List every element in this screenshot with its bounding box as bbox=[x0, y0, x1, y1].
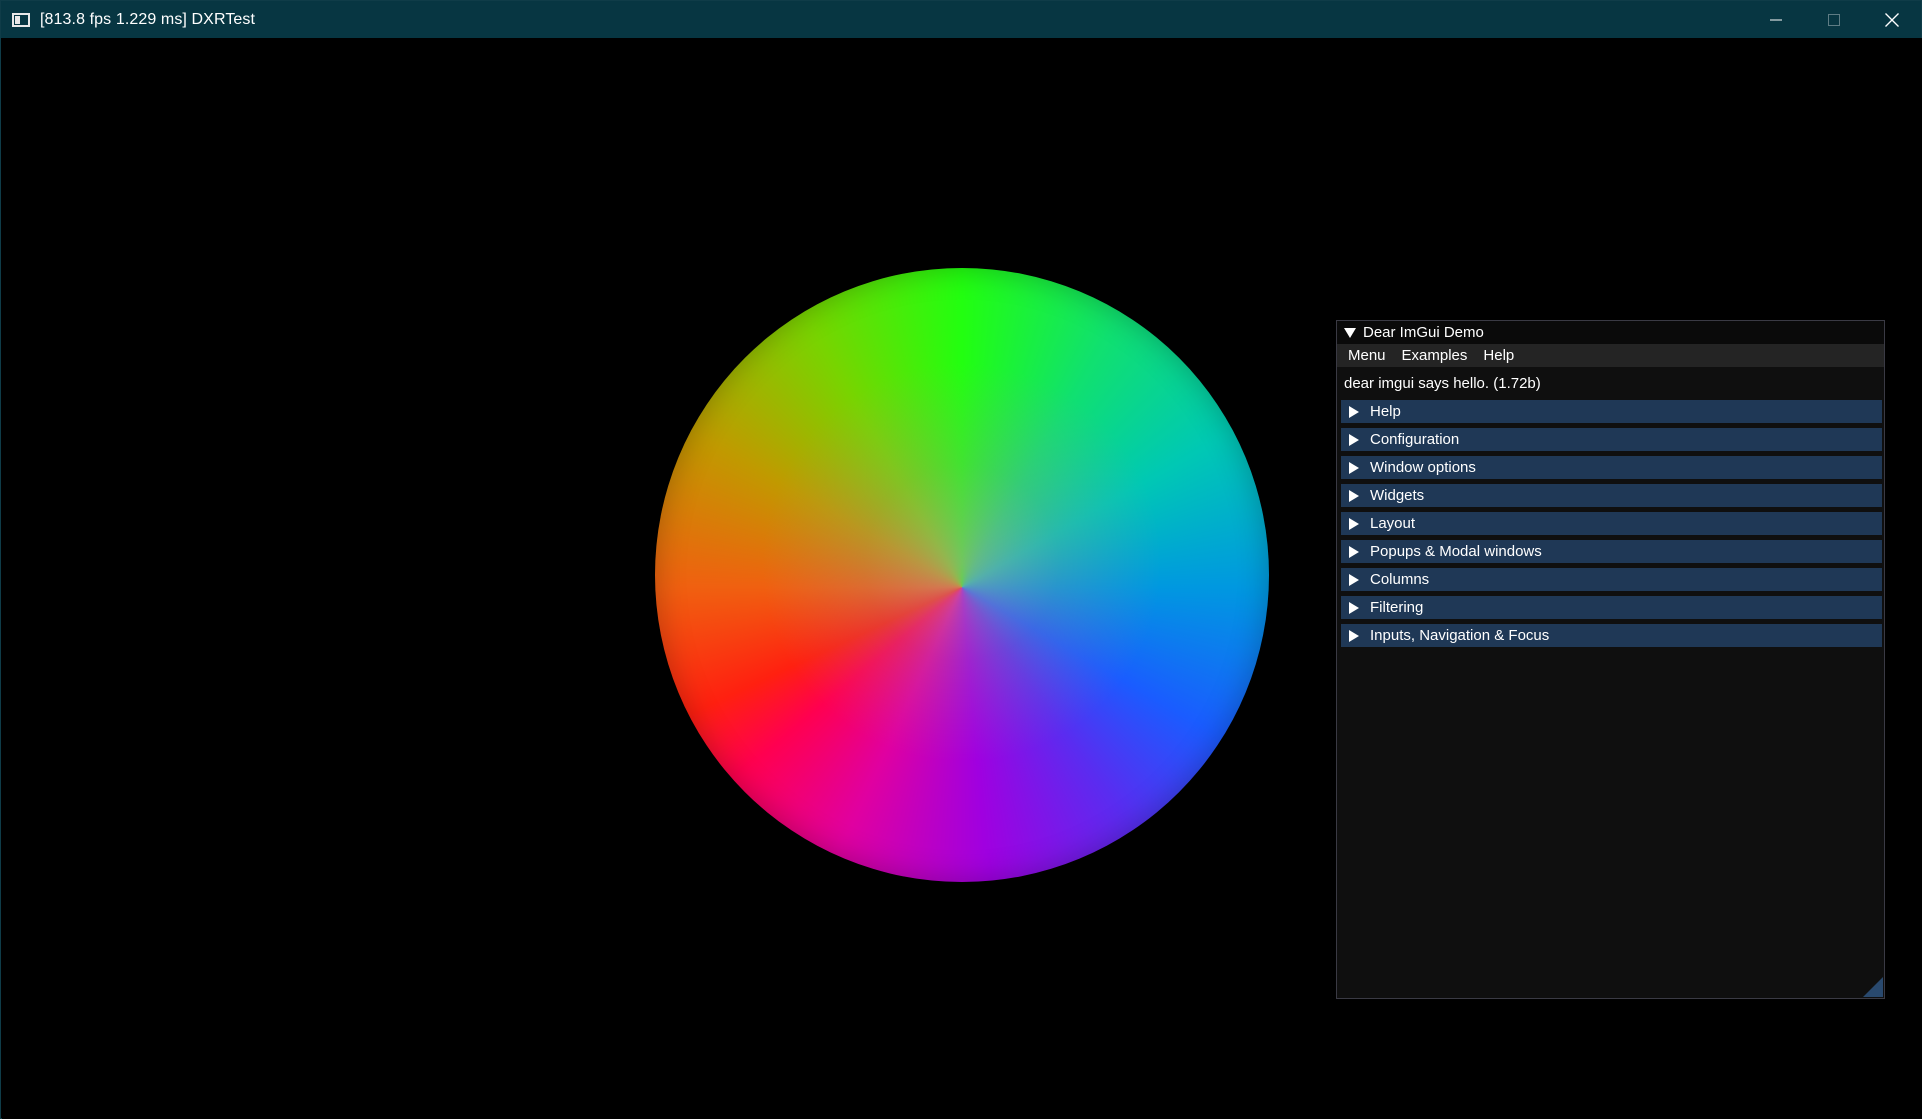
imgui-menubar: Menu Examples Help bbox=[1337, 344, 1884, 367]
section-header-window-options[interactable]: Window options bbox=[1341, 456, 1882, 479]
section-label: Filtering bbox=[1370, 599, 1424, 616]
maximize-button[interactable] bbox=[1805, 1, 1863, 38]
section-label: Popups & Modal windows bbox=[1370, 543, 1542, 560]
expand-arrow-icon bbox=[1349, 601, 1359, 614]
expand-arrow-icon bbox=[1349, 405, 1359, 418]
collapse-arrow-icon[interactable] bbox=[1344, 327, 1356, 338]
imgui-titlebar[interactable]: Dear ImGui Demo bbox=[1337, 321, 1884, 344]
section-label: Configuration bbox=[1370, 431, 1460, 448]
menu-item-examples[interactable]: Examples bbox=[1402, 347, 1468, 364]
section-header-filtering[interactable]: Filtering bbox=[1341, 596, 1882, 619]
expand-arrow-icon bbox=[1349, 545, 1359, 558]
menu-item-help[interactable]: Help bbox=[1483, 347, 1514, 364]
imgui-demo-window[interactable]: Dear ImGui Demo Menu Examples Help dear … bbox=[1336, 320, 1885, 999]
expand-arrow-icon bbox=[1349, 573, 1359, 586]
section-label: Window options bbox=[1370, 459, 1476, 476]
resize-grip[interactable] bbox=[1863, 977, 1883, 997]
section-header-inputs[interactable]: Inputs, Navigation & Focus bbox=[1341, 624, 1882, 647]
expand-arrow-icon bbox=[1349, 461, 1359, 474]
section-header-columns[interactable]: Columns bbox=[1341, 568, 1882, 591]
section-label: Columns bbox=[1370, 571, 1430, 588]
expand-arrow-icon bbox=[1349, 489, 1359, 502]
section-header-help[interactable]: Help bbox=[1341, 400, 1882, 423]
app-window-icon bbox=[12, 12, 30, 27]
minimize-icon bbox=[1770, 19, 1782, 20]
section-header-popups[interactable]: Popups & Modal windows bbox=[1341, 540, 1882, 563]
window-titlebar[interactable]: [813.8 fps 1.229 ms] DXRTest bbox=[1, 1, 1921, 38]
section-list: Help Configuration Window options Widget… bbox=[1341, 400, 1882, 647]
close-icon bbox=[1885, 12, 1899, 27]
section-label: Help bbox=[1370, 403, 1401, 420]
window-title: [813.8 fps 1.229 ms] DXRTest bbox=[40, 10, 256, 28]
imgui-window-title: Dear ImGui Demo bbox=[1363, 324, 1484, 341]
expand-arrow-icon bbox=[1349, 629, 1359, 642]
section-label: Layout bbox=[1370, 515, 1416, 532]
expand-arrow-icon bbox=[1349, 433, 1359, 446]
section-label: Widgets bbox=[1370, 487, 1425, 504]
section-header-widgets[interactable]: Widgets bbox=[1341, 484, 1882, 507]
rainbow-sphere bbox=[655, 268, 1269, 882]
hello-text: dear imgui says hello. (1.72b) bbox=[1344, 375, 1541, 392]
maximize-icon bbox=[1828, 13, 1840, 26]
minimize-button[interactable] bbox=[1747, 1, 1805, 38]
section-label: Inputs, Navigation & Focus bbox=[1370, 627, 1550, 644]
section-header-layout[interactable]: Layout bbox=[1341, 512, 1882, 535]
menu-item-menu[interactable]: Menu bbox=[1348, 347, 1386, 364]
app-window: [813.8 fps 1.229 ms] DXRTest Dear ImGui … bbox=[0, 0, 1922, 1119]
close-button[interactable] bbox=[1863, 1, 1921, 38]
window-controls bbox=[1747, 1, 1921, 38]
expand-arrow-icon bbox=[1349, 517, 1359, 530]
section-header-configuration[interactable]: Configuration bbox=[1341, 428, 1882, 451]
imgui-body: dear imgui says hello. (1.72b) Help Conf… bbox=[1337, 367, 1884, 647]
